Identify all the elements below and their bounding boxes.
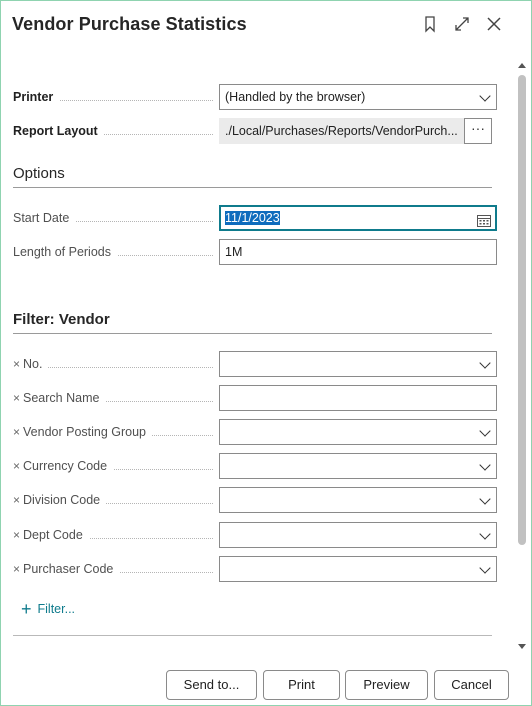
report-layout-label: Report Layout bbox=[13, 118, 213, 144]
start-date-row: Start Date 11/1/2023 bbox=[13, 205, 497, 231]
remove-filter-icon[interactable]: × bbox=[13, 528, 20, 542]
expand-icon[interactable] bbox=[453, 15, 471, 33]
options-heading: Options bbox=[13, 165, 492, 188]
filter-select-currency-code[interactable] bbox=[219, 453, 497, 479]
filter-label-no: × No. bbox=[13, 351, 213, 377]
print-button[interactable]: Print bbox=[263, 670, 340, 700]
chevron-down-icon bbox=[479, 562, 491, 574]
dialog-title: Vendor Purchase Statistics bbox=[12, 14, 247, 34]
printer-value: (Handled by the browser) bbox=[225, 90, 366, 104]
filter-select-vendor-posting-group[interactable] bbox=[219, 419, 497, 445]
dialog-footer: Send to... Print Preview Cancel bbox=[1, 657, 531, 705]
scroll-up-arrow-icon[interactable] bbox=[518, 63, 526, 68]
chevron-down-icon bbox=[479, 357, 491, 369]
filter-label-search-name: × Search Name bbox=[13, 385, 213, 411]
title-bar-actions bbox=[421, 15, 503, 33]
preview-button[interactable]: Preview bbox=[345, 670, 428, 700]
filter-label-vendor-posting-group: × Vendor Posting Group bbox=[13, 419, 213, 445]
report-layout-field[interactable]: ./Local/Purchases/Reports/VendorPurch... bbox=[219, 118, 464, 144]
chevron-down-icon bbox=[479, 459, 491, 471]
chevron-down-icon bbox=[479, 425, 491, 437]
filter-row-dept-code: × Dept Code bbox=[13, 522, 497, 548]
start-date-value: 11/1/2023 bbox=[225, 211, 280, 225]
add-filter-link[interactable]: + Filter... bbox=[21, 599, 75, 620]
length-of-periods-row: Length of Periods 1M bbox=[13, 239, 497, 265]
report-request-dialog: Vendor Purchase Statistics Printer (Hand… bbox=[0, 0, 532, 706]
report-layout-more-button[interactable]: ··· bbox=[464, 118, 492, 144]
start-date-input[interactable]: 11/1/2023 bbox=[219, 205, 497, 231]
cancel-button[interactable]: Cancel bbox=[434, 670, 509, 700]
remove-filter-icon[interactable]: × bbox=[13, 493, 20, 507]
filter-select-dept-code[interactable] bbox=[219, 522, 497, 548]
scroll-thumb[interactable] bbox=[518, 75, 526, 545]
length-of-periods-input[interactable]: 1M bbox=[219, 239, 497, 265]
filter-row-purchaser-code: × Purchaser Code bbox=[13, 556, 497, 582]
remove-filter-icon[interactable]: × bbox=[13, 425, 20, 439]
filter-row-currency-code: × Currency Code bbox=[13, 453, 497, 479]
plus-icon: + bbox=[21, 599, 32, 619]
remove-filter-icon[interactable]: × bbox=[13, 562, 20, 576]
bookmark-icon[interactable] bbox=[421, 15, 439, 33]
filter-label-division-code: × Division Code bbox=[13, 487, 213, 513]
section-divider bbox=[13, 635, 492, 636]
chevron-down-icon bbox=[479, 528, 491, 540]
printer-row: Printer (Handled by the browser) bbox=[13, 84, 497, 110]
report-layout-row: Report Layout ./Local/Purchases/Reports/… bbox=[13, 118, 493, 144]
remove-filter-icon[interactable]: × bbox=[13, 459, 20, 473]
calendar-icon[interactable] bbox=[477, 211, 491, 227]
filter-row-division-code: × Division Code bbox=[13, 487, 497, 513]
remove-filter-icon[interactable]: × bbox=[13, 357, 20, 371]
filter-label-dept-code: × Dept Code bbox=[13, 522, 213, 548]
start-date-label: Start Date bbox=[13, 205, 213, 231]
chevron-down-icon bbox=[479, 90, 491, 102]
add-filter-label: Filter... bbox=[37, 602, 76, 616]
printer-select[interactable]: (Handled by the browser) bbox=[219, 84, 497, 110]
filter-select-no[interactable] bbox=[219, 351, 497, 377]
filter-vendor-heading: Filter: Vendor bbox=[13, 311, 492, 334]
filter-input-search-name[interactable] bbox=[219, 385, 497, 411]
filter-row-vendor-posting-group: × Vendor Posting Group bbox=[13, 419, 497, 445]
filter-label-purchaser-code: × Purchaser Code bbox=[13, 556, 213, 582]
filter-label-currency-code: × Currency Code bbox=[13, 453, 213, 479]
scroll-down-arrow-icon[interactable] bbox=[518, 644, 526, 649]
printer-label: Printer bbox=[13, 84, 213, 110]
filter-row-search-name: × Search Name bbox=[13, 385, 497, 411]
filter-select-purchaser-code[interactable] bbox=[219, 556, 497, 582]
length-of-periods-label: Length of Periods bbox=[13, 239, 213, 265]
remove-filter-icon[interactable]: × bbox=[13, 391, 20, 405]
filter-select-division-code[interactable] bbox=[219, 487, 497, 513]
chevron-down-icon bbox=[479, 493, 491, 505]
close-icon[interactable] bbox=[485, 15, 503, 33]
filter-row-no: × No. bbox=[13, 351, 497, 377]
send-to-button[interactable]: Send to... bbox=[166, 670, 257, 700]
vertical-scrollbar[interactable] bbox=[516, 59, 528, 653]
